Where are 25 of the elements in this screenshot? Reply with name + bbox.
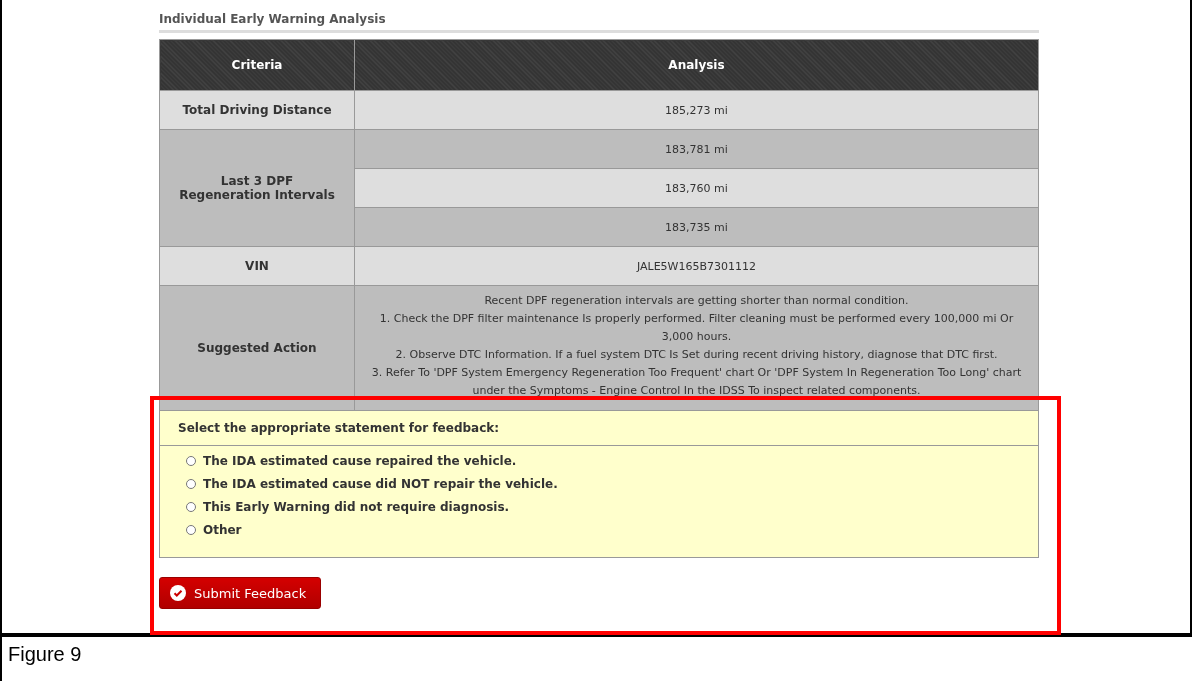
check-icon	[170, 585, 186, 601]
radio-button[interactable]	[186, 525, 196, 535]
criteria-cell: Last 3 DPF Regeneration Intervals	[159, 129, 355, 247]
option-label[interactable]: This Early Warning did not require diagnosis.	[203, 500, 510, 514]
column-header: Criteria	[159, 39, 355, 91]
option-label[interactable]: Other	[203, 523, 242, 537]
analysis-cell: Recent DPF regeneration intervals are getting shorter than normal condition. 1. Check the DPF filter maintenance Is properly performed. Filter cleaning must be performed every 100,000 mi Or 3,000 hours. 2. Observe DTC Information. If a fuel system DTC Is Set during recent driving history, diagnose that DTC first. 3. Refer To 'DPF System Emergency Regeneration Too Frequent' chart Or 'DPF System In Regeneration Too Long' chart under the Symptoms - Engine Control In the IDSS To inspect related components.	[354, 285, 1039, 411]
analysis-cell: JALE5W165B7301112	[354, 246, 1039, 286]
criteria-cell: Suggested Action	[159, 285, 355, 411]
radio-button[interactable]	[186, 502, 196, 512]
analysis-cell: 183,760 mi	[354, 168, 1039, 208]
option-label[interactable]: The IDA estimated cause repaired the vehicle.	[203, 454, 517, 468]
criteria-cell: VIN	[159, 246, 355, 286]
feedback-title: Select the appropriate statement for feedback:	[160, 411, 1038, 446]
radio-button[interactable]	[186, 479, 196, 489]
figure-caption: Figure 9	[0, 635, 1192, 681]
analysis-cell: 183,735 mi	[354, 207, 1039, 247]
analysis-cell: 183,781 mi	[354, 129, 1039, 169]
analysis-cell: 185,273 mi	[354, 90, 1039, 130]
section-title: Individual Early Warning Analysis	[159, 0, 1039, 33]
criteria-cell: Total Driving Distance	[159, 90, 355, 130]
option-label[interactable]: The IDA estimated cause did NOT repair the vehicle.	[203, 477, 558, 491]
column-header: Analysis	[354, 39, 1039, 91]
submit-button[interactable]: Submit Feedback	[159, 577, 322, 609]
radio-button[interactable]	[186, 456, 196, 466]
